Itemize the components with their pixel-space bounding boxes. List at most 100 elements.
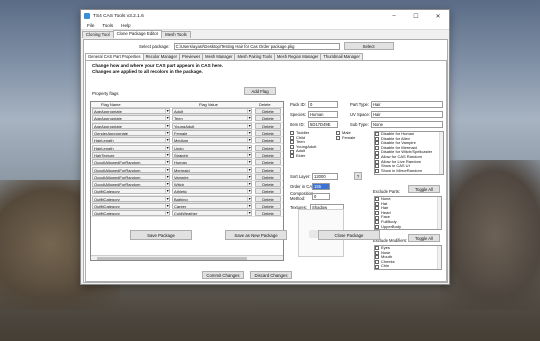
tab-mesh-manager[interactable]: Mesh Manager [202,53,236,60]
uv-space-select[interactable]: Hair [371,111,443,118]
delete-row-button[interactable]: Delete [255,115,281,122]
save-package-button[interactable]: Save Package [130,230,192,240]
flag-name-select[interactable]: HairLength ▼ [92,137,170,144]
flag-name-select[interactable]: OccultAllowedForRandom ▼ [92,173,170,180]
flag-value-select[interactable]: Female ▼ [172,130,252,137]
checkbox-icon[interactable] [375,211,379,216]
delete-row-button[interactable]: Delete [255,137,281,144]
flag-value-select[interactable]: Vampire ▼ [172,173,252,180]
exclude-modifiers-toggle[interactable]: Toggle All [408,234,440,242]
tab-general-cas[interactable]: General CAS Part Properties [85,53,144,60]
flag-value-select[interactable]: Mermaid ▼ [172,166,252,173]
flag-name-select[interactable]: AgeAppropriate ▼ [92,122,170,129]
flag-name-select[interactable]: OutfitCategory ▼ [92,203,170,209]
flag-value-select[interactable]: Adult ▼ [172,108,252,115]
checkbox-icon[interactable] [290,140,294,145]
checkbox-icon[interactable] [290,145,294,150]
delete-row-button[interactable]: Delete [255,151,281,158]
flag-name-select[interactable]: OccultAllowedForRandom ▼ [92,181,170,188]
delete-row-button[interactable]: Delete [255,203,281,209]
tab-thumbnail[interactable]: Thumbnail Manager [320,53,363,60]
item-id-field[interactable]: 5D17D49E [308,121,338,128]
checkbox-icon[interactable] [375,215,379,220]
age-checkbox[interactable]: Elder [290,153,330,159]
delete-row-button[interactable]: Delete [255,122,281,129]
flag-value-select[interactable]: Teen ▼ [172,115,252,122]
menu-help[interactable]: Help [117,23,134,28]
delete-row-button[interactable]: Delete [255,130,281,137]
package-path-field[interactable]: C:\Users\ayasr\Desktop\Testing Hair for … [173,42,340,50]
delete-row-button[interactable]: Delete [255,181,281,188]
commit-changes-button[interactable]: Commit Changes [202,271,244,279]
exclude-part-checkbox[interactable]: UpperBody [375,224,441,229]
checkbox-icon[interactable] [375,159,379,164]
disable-flag-checkbox[interactable]: Show in MirrorRandom [375,168,443,174]
checkbox-icon[interactable] [290,135,294,140]
minimize-icon[interactable]: – [383,10,405,22]
exclude-parts-toggle[interactable]: Toggle All [408,185,440,193]
checkbox-icon[interactable] [375,155,379,160]
flag-value-select[interactable]: Witch ▼ [172,181,252,188]
flag-name-select[interactable]: OutfitCategory ▼ [92,195,170,202]
pack-id-field[interactable]: 0 [308,101,338,108]
menu-tools[interactable]: Tools [98,23,117,28]
flag-name-select[interactable]: AgeAppropriate ▼ [92,115,170,122]
maximize-icon[interactable]: ☐ [405,10,427,22]
discard-changes-button[interactable]: Discard Changes [250,271,292,279]
checkbox-icon[interactable] [375,264,379,269]
part-type-select[interactable]: Hair [371,101,443,108]
close-icon[interactable]: ✕ [427,10,449,22]
tab-cloning-tool[interactable]: Cloning Tool [82,31,114,38]
flag-value-select[interactable]: Career ▼ [172,203,252,209]
composition-field[interactable]: 0 [312,193,330,200]
checkbox-icon[interactable] [375,260,379,265]
save-as-new-package-button[interactable]: Save as New Package [225,230,287,240]
tab-clone-package-editor[interactable]: Clone Package Editor [112,30,163,38]
flag-name-select[interactable]: GenderAppropriate ▼ [92,130,170,137]
delete-row-button[interactable]: Delete [255,210,281,217]
delete-row-button[interactable]: Delete [255,166,281,173]
checkbox-icon[interactable] [290,131,294,136]
flag-value-select[interactable]: Straight ▼ [172,151,252,158]
exclude-parts-scrollbar[interactable] [437,197,441,229]
delete-row-button[interactable]: Delete [255,144,281,151]
flag-name-select[interactable]: HairLength ▼ [92,144,170,151]
flag-value-select[interactable]: Human ▼ [172,159,252,166]
add-flag-button[interactable]: Add Flag [244,87,276,95]
checkbox-icon[interactable] [375,246,379,251]
species-select[interactable]: Human [308,111,338,118]
tab-recolor-manager[interactable]: Recolor Manager [142,53,180,60]
disable-list-scrollbar[interactable] [439,132,443,174]
checkbox-icon[interactable] [375,164,379,169]
flag-value-select[interactable]: ColdWeather ▼ [172,210,252,217]
checkbox-icon[interactable] [375,201,379,206]
exclude-modifier-checkbox[interactable]: Chin [375,264,441,269]
delete-row-button[interactable]: Delete [255,188,281,195]
delete-row-button[interactable]: Delete [255,173,281,180]
checkbox-icon[interactable] [375,169,379,174]
checkbox-icon[interactable] [375,136,379,141]
checkbox-icon[interactable] [375,146,379,151]
flag-name-select[interactable]: HairTexture ▼ [92,151,170,158]
flag-value-select[interactable]: Athletic ▼ [172,188,252,195]
menu-file[interactable]: File [83,23,98,28]
checkbox-icon[interactable] [375,150,379,155]
flag-value-select[interactable]: Bathing ▼ [172,195,252,202]
flag-name-select[interactable]: OccultAllowedForRandom ▼ [92,159,170,166]
checkbox-icon[interactable] [375,220,379,225]
delete-row-button[interactable]: Delete [255,159,281,166]
delete-row-button[interactable]: Delete [255,195,281,202]
delete-row-button[interactable]: Delete [255,108,281,115]
checkbox-icon[interactable] [375,197,379,202]
checkbox-icon[interactable] [290,149,294,154]
checkbox-icon[interactable] [375,206,379,211]
checkbox-icon[interactable] [375,132,379,137]
help-button[interactable]: ? [354,172,362,180]
tab-mesh-pairing[interactable]: Mesh Pairing Tools [234,53,275,60]
flag-name-select[interactable]: AgeAppropriate ▼ [92,108,170,115]
horizontal-scrollbar[interactable] [91,255,283,260]
checkbox-icon[interactable] [336,135,340,140]
checkbox-icon[interactable] [336,131,340,136]
gender-checkbox[interactable]: Female [336,135,370,141]
checkbox-icon[interactable] [375,255,379,260]
